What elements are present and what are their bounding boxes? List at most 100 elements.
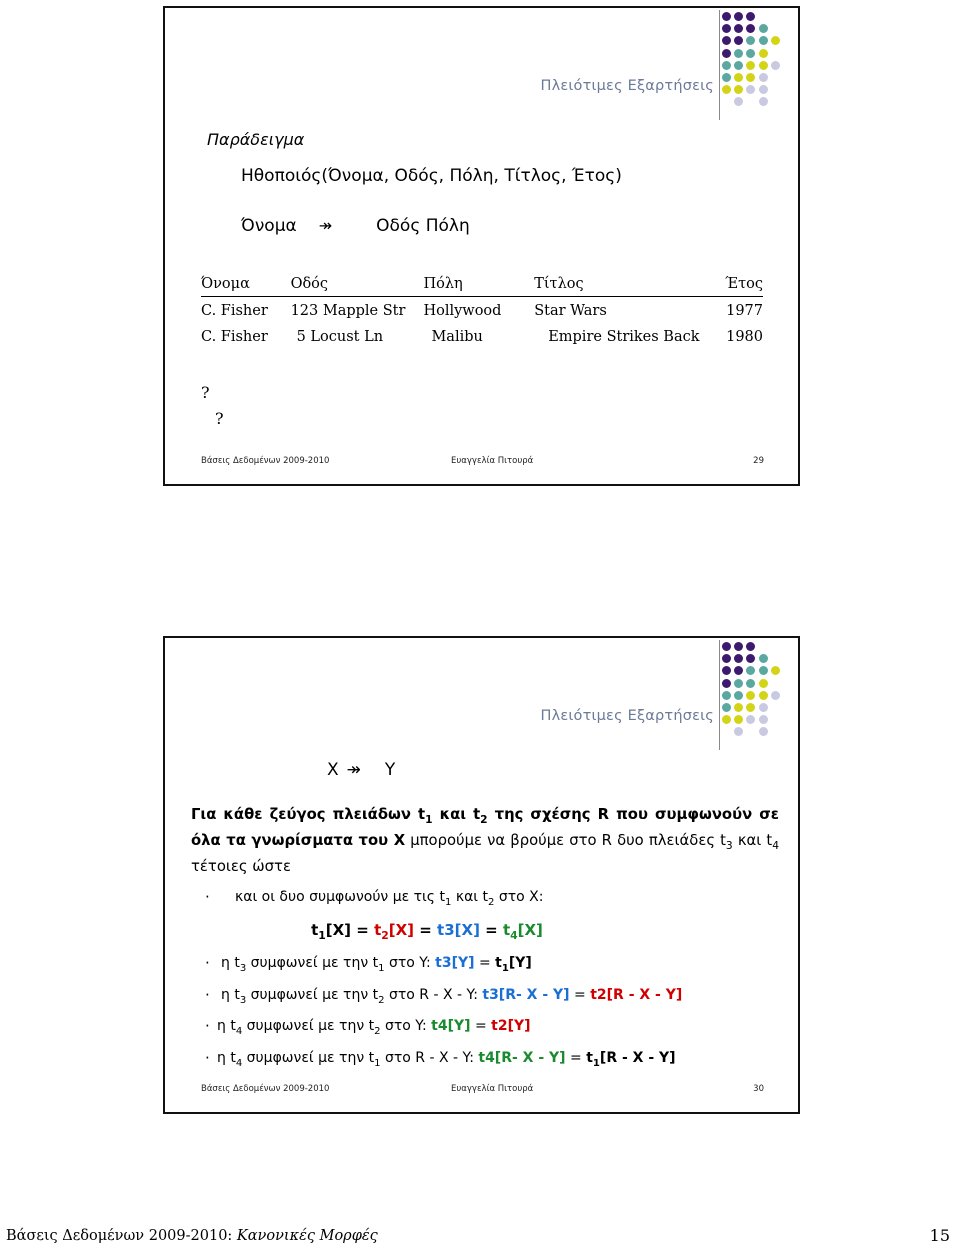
table-cell: 1977 [726,303,763,319]
bullet-prefix: η t [217,1018,236,1035]
logo-dot [758,715,768,725]
logo-dot [722,642,731,651]
bullet-suffix: στο R - X - Y: [380,1050,479,1067]
eq-term-1-rest: [X] [325,920,352,939]
mvd-definition-paragraph: Για κάθε ζεύγος πλειάδων t1 και t2 της σ… [191,804,779,877]
table-header-cell: Όνομα [201,276,291,297]
logo-dot [770,36,780,46]
lead-normal-3: τέτοιες ώστε [191,857,291,875]
logo-dot [734,642,744,651]
logo-dot [722,36,731,46]
logo-dot [746,654,756,664]
lead-bold-1-sub: 1 [425,812,433,826]
logo-divider-rule [719,10,720,120]
logo-dot [734,703,744,712]
mvd-lhs: X [327,760,339,780]
table-cell: 123 Mapple Str [290,303,406,319]
footer-slide-number: 29 [753,456,764,466]
logo-dot [758,678,768,688]
logo-dot [770,666,780,676]
logo-dot [722,715,731,725]
table-header-cell: Τίτλος [534,276,713,297]
logo-dot [758,690,768,700]
logo-dot [734,48,744,58]
eq-term-2-rest: [X] [388,920,415,939]
bullet-prefix: και οι δυο συμφωνούν με τις t [235,889,445,905]
bullet-expr-left: t4[R- X - Y] [478,1050,566,1067]
footer-author-label: Ευαγγελία Πιτουρά [451,1084,534,1094]
mvd-conditions-list: και οι δυο συμφωνούν με τις t 1 και t 2 στ… [191,884,783,1077]
table-row: C. Fisher 5 Locust Ln Malibu Empire Stri… [201,323,763,349]
bullet-expr-right: t2[R - X - Y] [590,986,683,1003]
logo-dot [722,73,731,82]
logo-dot [758,85,768,95]
logo-dot [746,678,756,688]
bullet-expr-left: t3[Y] [435,954,475,971]
logo-dot [770,690,780,700]
logo-dot [734,715,744,725]
table-cell: C. Fisher [201,303,268,319]
logo-divider-rule [719,640,720,750]
relation-schema: Ηθοποιός(Όνομα, Οδός, Πόλη, Τίτλος, Έτος… [241,166,622,186]
logo-dot [722,654,731,664]
logo-dot [758,73,768,82]
bullet-suffix: στο Y: [380,1018,432,1035]
logo-dot [722,60,731,70]
multivalued-arrow-icon: ↠ [346,760,361,780]
logo-dot [746,48,756,58]
slide-2-footer: Βάσεις Δεδομένων 2009-2010 Ευαγγελία Πιτ… [165,1084,798,1096]
slide-2: Πλειότιμες Εξαρτήσεις X ↠ Y Για κάθε ζεύγο… [163,636,800,1114]
mvd-rhs: Y [384,760,396,780]
logo-dot [722,703,731,712]
bullet-expr-eq: = [565,1050,587,1067]
slide-1-title: Πλειότιμες Εξαρτήσεις [540,78,714,94]
lead-bold-2: και t [432,806,481,823]
bullet-expr-left: t4[Y] [431,1018,471,1035]
eq-term-1-sub: 1 [318,928,326,942]
bullet-expr-eq: = [569,986,591,1003]
list-item: η t4 συμφωνεί με την t2 στο Y: t4[Y] = t… [191,1013,783,1045]
lead-normal-2-sub: 4 [772,838,779,852]
bullet-expr-left: t3[R- X - Y] [482,986,570,1003]
multivalued-dependency-expression: Όνομα ↠ Οδός Πόλη [241,216,470,236]
logo-dot [746,85,756,95]
logo-dot [734,678,744,688]
logo-dot [758,703,768,712]
example-heading: Παράδειγμα [207,130,305,149]
logo-dot [722,12,731,21]
logo-dot [734,666,744,676]
logo-dot [758,36,768,46]
table-header-cell: Έτος [712,276,763,297]
logo-dot [722,48,731,58]
footer-course-label: Βάσεις Δεδομένων 2009-2010 [201,456,330,466]
bullet-expr-right: t2[Y] [491,1018,531,1035]
table-cell: 5 Locust Ln [296,329,384,345]
logo-dot [746,715,756,725]
page-number: 15 [929,1226,950,1245]
bullet-expr-right: t [586,1050,593,1067]
x-agreement-equation: t1[X] = t2[X] = t3[X] = t4[X] [191,916,783,950]
table-cell: Malibu [431,329,483,345]
bullet-expr-right-sub: 1 [501,962,509,974]
logo-dot [722,85,731,95]
eq-operator-2: = [414,920,438,939]
logo-dot [746,642,756,651]
bullet-mid: συμφωνεί με την t [246,954,379,971]
logo-dot [746,24,756,34]
question-mark-row-1: ? [201,383,210,402]
logo-dot [758,727,768,737]
table-cell: Hollywood [423,303,502,319]
bullet-prefix: η t [221,954,240,971]
bullet-suffix: στο X: [494,889,544,905]
logo-dot [734,97,744,107]
logo-dot [770,60,780,70]
eq-operator-3: = [479,920,503,939]
bullet-expr-right-sub: 1 [592,1057,600,1069]
footer-course-label: Βάσεις Δεδομένων 2009-2010 [201,1084,330,1094]
logo-dot [734,24,744,34]
eq-term-3: t3[X] [437,920,480,939]
bullet-expr-right-rest: [R - X - Y] [599,1050,676,1067]
logo-dot [734,654,744,664]
table-header-cell: Πόλη [423,276,535,297]
mvd-lhs: Όνομα [241,216,297,236]
